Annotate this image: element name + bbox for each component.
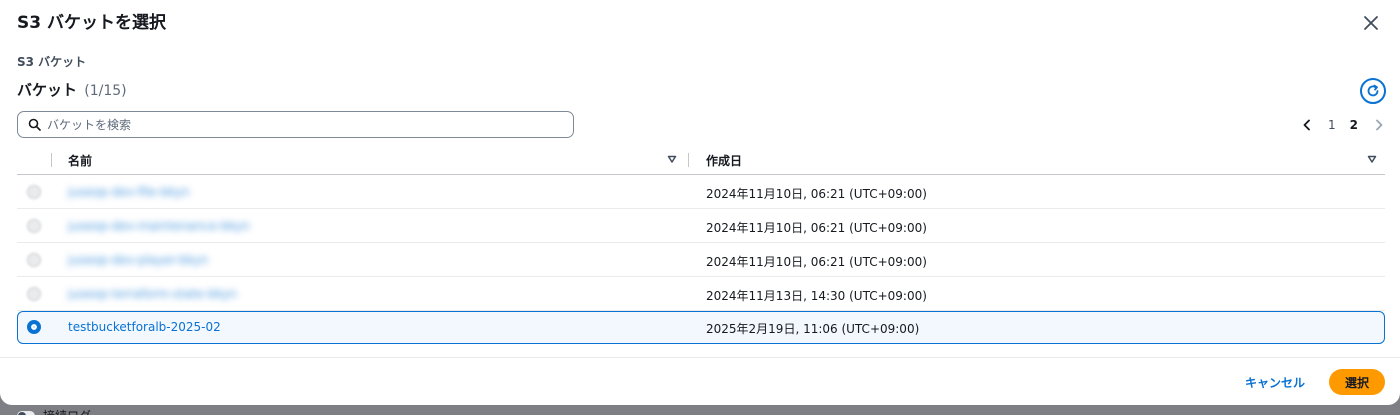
column-divider <box>51 153 52 167</box>
bucket-count: (1/15) <box>84 83 127 99</box>
row-radio[interactable] <box>27 287 41 301</box>
bucket-heading: バケット (1/15) <box>17 79 127 100</box>
chevron-right-icon <box>1376 119 1383 131</box>
search-input[interactable] <box>47 117 547 132</box>
background-connection-log: 接続ログ <box>17 407 91 415</box>
bucket-created-date: 2024年11月10日, 06:21 (UTC+09:00) <box>706 187 927 201</box>
close-button[interactable] <box>1359 11 1383 35</box>
refresh-icon <box>1367 84 1379 97</box>
modal-footer: キャンセル 選択 <box>1245 369 1385 395</box>
page-2-button[interactable]: 2 <box>1350 118 1358 132</box>
bucket-name-link[interactable]: testbucketforalb-2025-02 <box>68 320 221 334</box>
column-divider <box>688 153 689 167</box>
select-button[interactable]: 選択 <box>1328 369 1385 395</box>
toggle-label: 接続ログ <box>43 407 91 415</box>
pagination: 1 2 <box>1300 115 1386 135</box>
table-row[interactable]: juseop-dev-player-bkyn 2024年11月10日, 06:2… <box>17 243 1385 277</box>
modal-header: S3 バケットを選択 <box>17 11 1383 35</box>
bucket-created-date: 2025年2月19日, 11:06 (UTC+09:00) <box>706 322 920 336</box>
bucket-name-link[interactable]: juseop-terraform-state-bkyn <box>68 287 237 301</box>
bucket-name-link[interactable]: juseop-dev-maintenance-bkyn <box>68 219 250 233</box>
table-row-selected[interactable]: testbucketforalb-2025-02 2025年2月19日, 11:… <box>17 311 1385 344</box>
select-s3-bucket-modal: S3 バケットを選択 S3 バケット バケット (1/15) 1 2 <box>0 0 1400 405</box>
close-icon <box>1364 16 1378 30</box>
bucket-name-link[interactable]: juseop-dev-player-bkyn <box>68 253 208 267</box>
modal-title: S3 バケットを選択 <box>17 13 166 33</box>
bucket-created-date: 2024年11月10日, 06:21 (UTC+09:00) <box>706 221 927 235</box>
table-row[interactable]: juseop-dev-file-bkyn 2024年11月10日, 06:21 … <box>17 175 1385 209</box>
bucket-created-date: 2024年11月13日, 14:30 (UTC+09:00) <box>706 289 927 303</box>
next-page-button[interactable] <box>1372 118 1386 132</box>
sort-caret-down-icon[interactable] <box>667 154 677 164</box>
bucket-created-date: 2024年11月10日, 06:21 (UTC+09:00) <box>706 255 927 269</box>
row-radio[interactable] <box>27 253 41 267</box>
row-radio-selected[interactable] <box>27 320 41 334</box>
page-1-button[interactable]: 1 <box>1328 118 1336 132</box>
bucket-name-link[interactable]: juseop-dev-file-bkyn <box>68 185 189 199</box>
toggle-switch[interactable] <box>17 410 35 415</box>
section-label: S3 バケット <box>17 55 87 69</box>
sort-caret-down-icon[interactable] <box>1367 154 1377 164</box>
search-icon <box>28 118 41 131</box>
search-box <box>17 111 574 138</box>
chevron-left-icon <box>1303 119 1310 131</box>
column-header-name[interactable]: 名前 <box>68 152 92 169</box>
table-row[interactable]: juseop-dev-maintenance-bkyn 2024年11月10日,… <box>17 209 1385 243</box>
row-radio[interactable] <box>27 219 41 233</box>
cancel-button[interactable]: キャンセル <box>1245 374 1305 391</box>
row-radio[interactable] <box>27 185 41 199</box>
footer-divider <box>0 357 1400 358</box>
table-header: 名前 作成日 <box>17 145 1385 175</box>
previous-page-button[interactable] <box>1300 118 1314 132</box>
table-row[interactable]: juseop-terraform-state-bkyn 2024年11月13日,… <box>17 277 1385 311</box>
bucket-heading-label: バケット <box>17 81 78 99</box>
column-header-created[interactable]: 作成日 <box>706 152 742 169</box>
bucket-table: 名前 作成日 juseop-dev-file-bkyn 2024年11月10日,… <box>17 145 1385 344</box>
refresh-button[interactable] <box>1360 78 1386 104</box>
